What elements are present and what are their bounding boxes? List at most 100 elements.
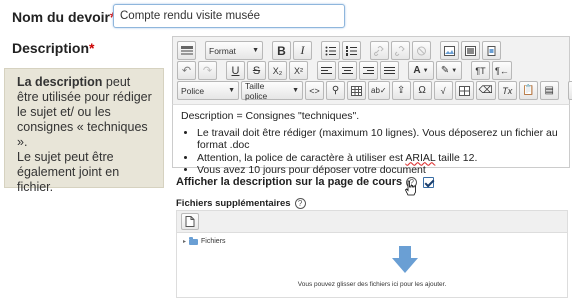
show-description-label: Afficher la description sur la page de c…	[176, 176, 403, 188]
description-help-box: La description peut être utilisée pour r…	[4, 68, 164, 194]
bullet-list-icon	[325, 46, 336, 55]
font-family-select[interactable]: Police ▼	[177, 81, 239, 100]
list-item: Attention, la police de caractère à util…	[197, 152, 561, 165]
align-left-button[interactable]	[317, 61, 336, 80]
additional-files-label: Fichiers supplémentaires?	[176, 198, 306, 209]
toggle-toolbar-button[interactable]	[177, 41, 196, 60]
ltr-button[interactable]: ¶T	[471, 61, 490, 80]
align-center-icon	[342, 66, 353, 74]
strikethrough-button[interactable]: S	[247, 61, 266, 80]
upload-button[interactable]: ⇪	[391, 81, 411, 100]
unlink-button[interactable]	[391, 41, 410, 60]
spellcheck-button[interactable]: ab✓	[368, 81, 390, 100]
file-manager-toolbar	[177, 211, 567, 233]
help-icon[interactable]: ?	[294, 198, 306, 209]
editor-line: Description = Consignes "techniques".	[181, 110, 360, 122]
table-button[interactable]	[347, 81, 366, 100]
title-field-label: Nom du devoir*	[12, 9, 115, 25]
paste-icon: 📋	[522, 85, 535, 96]
special-char-button[interactable]: Ω	[412, 81, 432, 100]
subscript-button[interactable]: X₂	[268, 61, 287, 80]
cleanup-button[interactable]: ⌫	[475, 81, 496, 100]
folder-tree[interactable]: ▸ Fichiers	[183, 236, 226, 245]
chevron-down-icon: ▼	[228, 87, 235, 94]
folder-name: Fichiers	[201, 238, 226, 245]
image-icon	[444, 45, 455, 56]
equation-button[interactable]: √	[433, 81, 453, 100]
redo-icon: ↷	[202, 65, 213, 77]
description-editor[interactable]: Description = Consignes "techniques". Le…	[172, 104, 570, 176]
align-center-button[interactable]	[338, 61, 357, 80]
insert-media-button[interactable]	[461, 41, 480, 60]
redo-button[interactable]: ↷	[198, 61, 217, 80]
find-replace-button[interactable]: ⚲	[326, 81, 345, 100]
insert-table-button[interactable]	[454, 81, 474, 100]
editor-bullet-list: Le travail doit être rédiger (maximum 10…	[197, 127, 561, 177]
align-right-icon	[363, 66, 374, 74]
show-description-checkbox[interactable]	[423, 176, 435, 188]
clear-formatting-button[interactable]: Tx	[497, 81, 517, 100]
undo-button[interactable]: ↶	[177, 61, 196, 80]
chevron-down-icon: ▼	[422, 67, 429, 74]
fullscreen-button[interactable]: ⛶	[567, 81, 572, 100]
chevron-down-icon: ▼	[292, 87, 299, 94]
required-marker: *	[89, 40, 95, 56]
anchor-button[interactable]	[412, 41, 431, 60]
drop-zone-text: Vous pouvez glisser des fichiers ici pou…	[297, 281, 447, 288]
binoculars-icon: ⚲	[331, 85, 340, 96]
files-icon	[487, 45, 496, 56]
paste-word-icon: ▤	[544, 85, 554, 96]
help-lead: La description	[17, 75, 103, 89]
assignment-name-input[interactable]	[113, 4, 345, 28]
add-file-icon	[185, 216, 195, 227]
link-icon	[374, 45, 384, 56]
text-color-button[interactable]: A ▼	[408, 61, 434, 80]
paste-text-button[interactable]: 📋	[518, 81, 538, 100]
table-icon	[351, 85, 362, 96]
underline-button[interactable]: U	[226, 61, 245, 80]
help-text-2: Le sujet peut être également joint en fi…	[17, 150, 120, 194]
misspelled-word: ARIAL	[405, 151, 436, 164]
html-source-button[interactable]: <>	[305, 81, 324, 100]
list-item: Vous avez 10 jours pour déposer votre do…	[197, 164, 561, 177]
font-size-select[interactable]: Taille police ▼	[241, 81, 303, 101]
numbered-list-icon	[346, 45, 357, 56]
media-icon	[465, 45, 476, 56]
link-button[interactable]	[370, 41, 389, 60]
expand-arrow-icon[interactable]: ▸	[183, 238, 186, 245]
align-left-icon	[321, 66, 332, 74]
italic-button[interactable]: I	[293, 41, 312, 60]
align-justify-icon	[384, 66, 395, 74]
numbered-list-button[interactable]	[342, 41, 361, 60]
superscript-button[interactable]: X²	[289, 61, 308, 80]
spellcheck-icon: ab✓	[371, 86, 387, 95]
bullet-list-button[interactable]	[321, 41, 340, 60]
editor-toolbar: Format ▼ B I ↶ ↷ U S X₂ X² A ▼ ✎ ▼ ¶T ¶←…	[172, 36, 572, 104]
grid-icon	[458, 85, 470, 96]
equation-icon: √	[440, 85, 446, 96]
chevron-down-icon: ▼	[252, 47, 259, 54]
rtl-button[interactable]: ¶←	[492, 61, 512, 80]
file-manager: ▸ Fichiers Vous pouvez glisser des fichi…	[176, 210, 568, 298]
toolbar-toggle-icon	[180, 45, 193, 55]
list-item: Le travail doit être rédiger (maximum 10…	[197, 127, 561, 152]
folder-icon	[189, 236, 199, 245]
add-file-button[interactable]	[181, 213, 199, 230]
bold-button[interactable]: B	[272, 41, 291, 60]
highlighter-icon: ✎	[440, 65, 450, 76]
chevron-down-icon: ▼	[451, 67, 458, 74]
broom-icon: ⌫	[478, 85, 493, 96]
manage-files-button[interactable]	[482, 41, 501, 60]
align-justify-button[interactable]	[380, 61, 399, 80]
insert-image-button[interactable]	[440, 41, 459, 60]
no-link-icon	[417, 46, 426, 55]
unlink-icon	[395, 45, 405, 56]
background-color-button[interactable]: ✎ ▼	[436, 61, 462, 80]
hand-cursor-icon	[405, 180, 416, 196]
align-right-button[interactable]	[359, 61, 378, 80]
undo-icon: ↶	[181, 65, 192, 77]
format-select[interactable]: Format ▼	[205, 41, 263, 60]
drop-arrow-icon	[392, 246, 418, 273]
upload-icon: ⇪	[396, 85, 406, 96]
paste-word-button[interactable]: ▤	[539, 81, 559, 100]
